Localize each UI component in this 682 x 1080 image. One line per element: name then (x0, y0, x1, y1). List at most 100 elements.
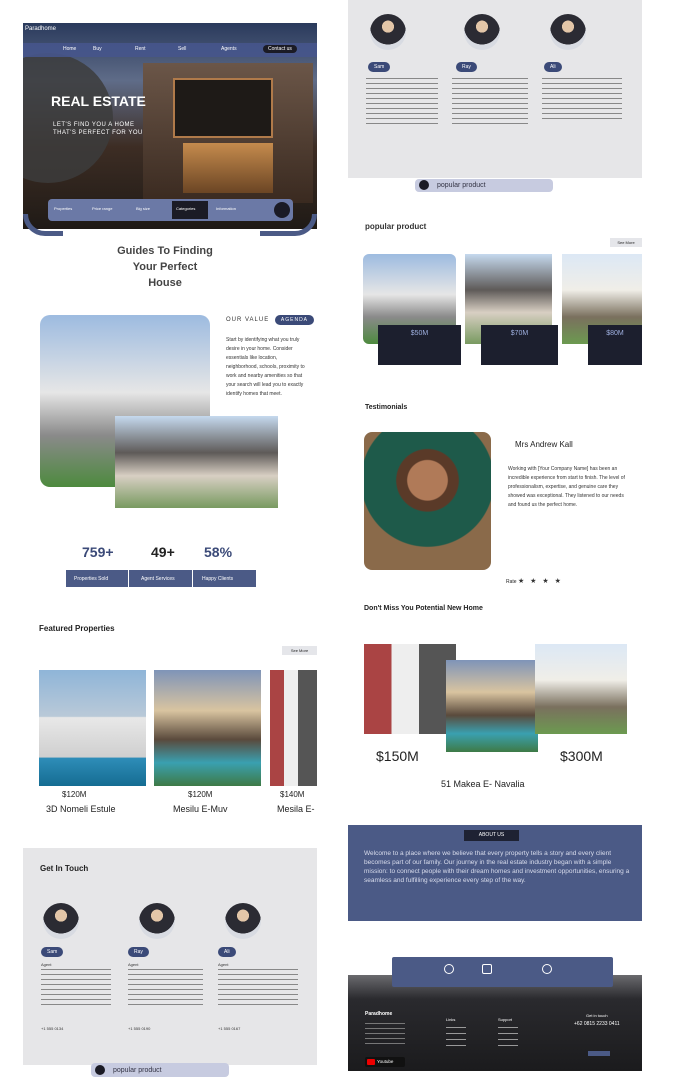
nav-home[interactable]: Home (63, 46, 76, 52)
featured-name-2[interactable]: Mesilu E-Muv (173, 804, 228, 814)
get-in-touch-title: Get In Touch (40, 864, 89, 873)
search-placeholder: popular product (112, 1066, 162, 1074)
featured-see-more[interactable]: See More (282, 646, 317, 655)
potential-price-right: $300M (560, 748, 603, 764)
potential-image-2 (446, 660, 538, 752)
featured-price-1: $120M (62, 790, 87, 799)
search-icon (419, 180, 429, 190)
about-section: ABOUT US Welcome to a place where we bel… (348, 825, 642, 921)
phone-icon (542, 964, 552, 974)
testimonial-name: Mrs Andrew Kall (515, 440, 573, 449)
popular-search[interactable]: popular product (415, 179, 553, 192)
search-tab-size[interactable]: Big size (136, 206, 150, 211)
testimonial-photo (364, 432, 491, 570)
social-icons[interactable] (588, 1051, 610, 1056)
footer-col3-title: Support (498, 1017, 513, 1022)
agent-name-5[interactable]: Ray (456, 62, 477, 72)
hero-search-bar: Properties Price range Big size Categori… (48, 199, 293, 221)
mail-icon (482, 964, 492, 974)
guides-title: Guides To Finding Your Perfect House (117, 245, 213, 289)
brand-logo[interactable]: Paradhome (25, 26, 56, 32)
hero-subtitle-2: THAT'S PERFECT FOR YOU (53, 130, 143, 136)
nav-rent[interactable]: Rent (135, 46, 146, 52)
agent-role-1: Agent (41, 962, 52, 967)
testimonial-quote: Working with [Your Company Name] has bee… (508, 466, 625, 508)
popular-title: popular product (365, 222, 427, 231)
agent-phone-1[interactable]: +1 555 0134 (41, 1026, 63, 1031)
value-house-image-2 (115, 416, 278, 508)
stats-row: 759+ 49+ 58% (66, 544, 256, 562)
search-icon (95, 1065, 105, 1075)
agent-name-2[interactable]: Ray (128, 947, 149, 957)
agent-desc-1 (41, 969, 111, 1009)
featured-price-3: $140M (280, 790, 305, 799)
nav-sell[interactable]: Sell (178, 46, 186, 52)
search-tab-categories[interactable]: Categories (176, 206, 195, 211)
about-badge: ABOUT US (464, 830, 519, 841)
youtube-button[interactable]: Youtube (365, 1057, 405, 1067)
featured-price-2: $120M (188, 790, 213, 799)
get-in-touch-panel: Get In Touch Sam Ray Ali Agent Agent Age… (23, 848, 317, 1077)
agent-phone-3[interactable]: +1 555 0167 (218, 1026, 240, 1031)
potential-price-left: $150M (376, 748, 419, 764)
agent-desc-2 (128, 969, 203, 1009)
value-text: Start by identifying what you truly desi… (226, 337, 305, 397)
agent-name-3[interactable]: Ali (218, 947, 236, 957)
youtube-icon (367, 1059, 375, 1065)
value-label: OUR VALUE AGENDA (226, 315, 315, 325)
hero-subtitle-1: LET'S FIND YOU A HOME (53, 122, 135, 128)
hero-circle (23, 53, 113, 183)
stat-label-happy: Happy Clients (202, 576, 234, 582)
nav-agents[interactable]: Agents (221, 46, 237, 52)
footer-col2-title: Links (446, 1017, 456, 1022)
popular-price-card-2: $70M (481, 325, 558, 365)
value-badge: AGENDA (274, 315, 315, 325)
footer: Paradhome Youtube Links Support Get in t… (348, 975, 642, 1071)
popular-price-card-1: $50M (378, 325, 461, 365)
testimonial-rating: Rate ★ ★ ★ ★ (506, 578, 563, 585)
search-placeholder-2: popular product (436, 181, 486, 189)
potential-image-1 (364, 644, 456, 734)
agent-avatar-2 (139, 903, 175, 939)
stat-value-happy: 58% (204, 544, 233, 560)
agent-avatar-4 (370, 14, 406, 50)
featured-name-3[interactable]: Mesila E- (277, 804, 317, 814)
search-tab-information[interactable]: Information (216, 206, 236, 211)
contact-button[interactable]: Contact us (263, 45, 297, 53)
search-tab-price[interactable]: Price range (92, 206, 112, 211)
featured-title: Featured Properties (39, 624, 115, 633)
featured-card-3[interactable] (270, 670, 317, 786)
hero-title: REAL ESTATE (51, 93, 146, 109)
agent-name-1[interactable]: Sam (41, 947, 64, 957)
stat-value-sold: 759+ (82, 544, 114, 560)
featured-card-1[interactable] (39, 670, 146, 786)
footer-info-bar (392, 957, 613, 987)
popular-see-more[interactable]: See More (610, 238, 642, 247)
potential-image-3 (535, 644, 627, 734)
featured-name-1[interactable]: 3D Nomeli Estule (46, 804, 116, 814)
featured-card-2[interactable] (154, 670, 261, 786)
potential-name[interactable]: 51 Makea E- Navalia (441, 779, 525, 789)
agent-avatar-3 (225, 903, 261, 939)
search-tab-properties[interactable]: Properties (54, 206, 72, 211)
stat-value-agents: 49+ (151, 544, 175, 560)
agent-avatar-1 (43, 903, 79, 939)
footer-brand[interactable]: Paradhome (365, 1011, 392, 1017)
agent-name-4[interactable]: Sam (368, 62, 391, 72)
hero-navbar: Home Buy Rent Sell Agents Contact us (23, 43, 317, 57)
hero-banner: Paradhome Home Buy Rent Sell Agents Cont… (23, 23, 317, 229)
agents-panel: Sam Ray Ali (348, 0, 642, 178)
stats-label-bar: Properties Sold Agent Services Happy Cli… (66, 570, 256, 587)
footer-contact-title: Get in touch (586, 1013, 608, 1018)
get-in-touch-search[interactable]: popular product (91, 1063, 229, 1077)
agent-avatar-5 (464, 14, 500, 50)
agent-name-6[interactable]: Ali (544, 62, 562, 72)
agent-phone-2[interactable]: +1 555 0190 (128, 1026, 150, 1031)
potential-title: Don't Miss You Potential New Home (364, 605, 483, 612)
agent-avatar-6 (550, 14, 586, 50)
location-icon (444, 964, 454, 974)
nav-buy[interactable]: Buy (93, 46, 102, 52)
testimonials-title: Testimonials (365, 404, 408, 411)
star-icon: ★ ★ ★ ★ (517, 578, 563, 585)
footer-phone[interactable]: +62 0815 2233 0411 (574, 1021, 620, 1027)
